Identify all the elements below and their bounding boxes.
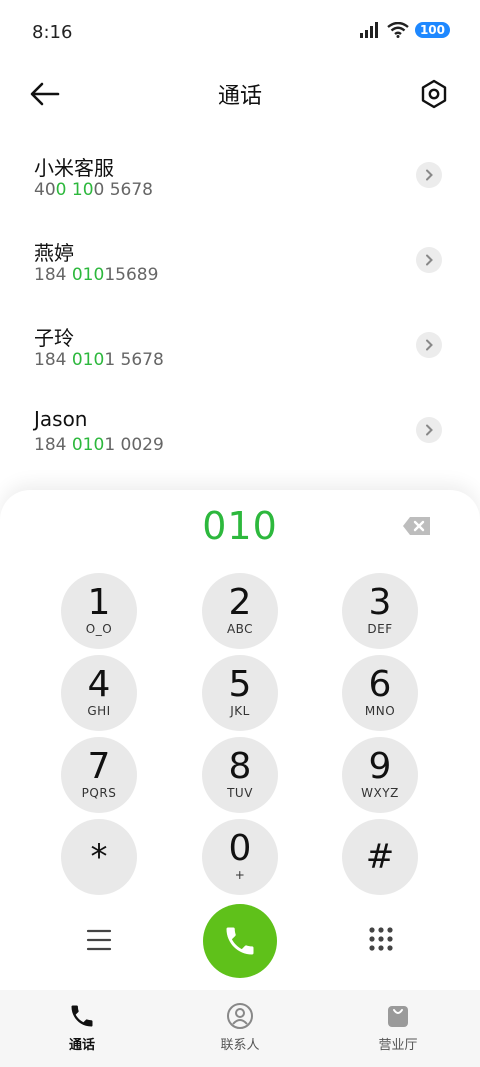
key-letters: WXYZ	[361, 786, 399, 800]
phone-icon	[226, 927, 254, 955]
key-letters: MNO	[364, 704, 396, 718]
key-letters: +	[234, 868, 246, 882]
key-1[interactable]: 1 O_O	[61, 573, 137, 649]
contact-name: Jason	[34, 407, 88, 431]
key-digit: 5	[228, 664, 252, 705]
backspace-icon	[403, 517, 430, 535]
nav-label: 营业厅	[378, 1038, 418, 1053]
contact-detail-button[interactable]	[416, 417, 442, 443]
number-segment: 15689	[104, 265, 159, 285]
key-digit: 0	[228, 828, 252, 869]
wifi-icon	[387, 22, 409, 38]
number-match-highlight: 010	[71, 435, 105, 455]
nav-tab-store[interactable]: 营业厅	[338, 990, 458, 1067]
contact-number: 184 0101 0029	[34, 435, 164, 455]
key-letters: ABC	[226, 622, 254, 636]
battery-indicator: 100	[414, 22, 450, 38]
contact-name: 子玲	[34, 326, 74, 350]
contact-row[interactable]: 小米客服 400 100 5678	[0, 134, 480, 219]
status-bar: 8:16 100	[0, 0, 480, 64]
number-segment: 1 0029	[104, 435, 164, 455]
contact-detail-button[interactable]	[416, 247, 442, 273]
key-digit: 4	[87, 664, 111, 705]
contact-name: 小米客服	[34, 156, 114, 180]
phone-icon	[71, 1005, 93, 1027]
key-6[interactable]: 6 MNO	[342, 655, 418, 731]
key-star[interactable]: *	[61, 819, 137, 895]
contact-detail-button[interactable]	[416, 332, 442, 358]
key-digit: 8	[228, 746, 252, 787]
status-icons: 100	[359, 22, 450, 38]
number-match-highlight: 10	[71, 180, 94, 200]
number-segment: 184	[34, 350, 72, 370]
number-segment: 0 5678	[93, 180, 153, 200]
app-header: 通话	[0, 64, 480, 124]
key-letters: PQRS	[81, 786, 117, 800]
number-segment: 184	[34, 435, 72, 455]
number-match-highlight: 0	[55, 180, 67, 200]
key-digit: 2	[228, 582, 252, 623]
dialpad-icon	[369, 927, 393, 951]
key-9[interactable]: 9 WXYZ	[342, 737, 418, 813]
key-8[interactable]: 8 TUV	[202, 737, 278, 813]
settings-icon	[421, 79, 447, 109]
contact-number: 184 01015689	[34, 265, 158, 285]
call-button[interactable]	[203, 904, 277, 978]
bottom-nav: 通话 联系人 营业厅	[0, 990, 480, 1067]
key-digit: #	[365, 837, 395, 877]
nav-label: 联系人	[220, 1038, 260, 1053]
settings-button[interactable]	[420, 78, 450, 110]
number-segment: 184	[34, 265, 72, 285]
menu-icon	[86, 929, 112, 951]
number-match-highlight: 010	[71, 265, 105, 285]
key-4[interactable]: 4 GHI	[61, 655, 137, 731]
contact-row[interactable]: 子玲 184 0101 5678	[0, 304, 480, 389]
key-letters: GHI	[87, 704, 111, 718]
chevron-right-icon	[426, 169, 433, 181]
key-letters: O_O	[85, 622, 113, 636]
contact-number: 400 100 5678	[34, 180, 153, 200]
number-match-highlight: 010	[71, 350, 105, 370]
number-segment: 1 5678	[104, 350, 164, 370]
nav-tab-calls[interactable]: 通话	[22, 990, 142, 1067]
key-7[interactable]: 7 PQRS	[61, 737, 137, 813]
dialer-panel: 010 1 O_O 2 ABC 3 DEF 4 GHI 5 JKL 6 MNO …	[0, 490, 480, 990]
backspace-button[interactable]	[402, 516, 432, 536]
chevron-right-icon	[426, 339, 433, 351]
key-letters: JKL	[230, 704, 250, 718]
signal-icon	[359, 22, 378, 38]
key-digit: 1	[87, 582, 111, 623]
contact-suggestion-list: 小米客服 400 100 5678 燕婷 184 01015689 子玲 184…	[0, 134, 480, 474]
key-letters: TUV	[227, 786, 253, 800]
key-digit: *	[90, 837, 108, 877]
key-5[interactable]: 5 JKL	[202, 655, 278, 731]
nav-tab-contacts[interactable]: 联系人	[180, 990, 300, 1067]
key-0[interactable]: 0 +	[202, 819, 278, 895]
page-title: 通话	[217, 84, 262, 109]
contact-person-icon	[227, 1003, 253, 1029]
contact-row[interactable]: 燕婷 184 01015689	[0, 219, 480, 304]
status-time: 8:16	[32, 22, 73, 43]
contact-number: 184 0101 5678	[34, 350, 164, 370]
contact-row[interactable]: Jason 184 0101 0029	[0, 389, 480, 474]
keypad-toggle-button[interactable]	[368, 926, 394, 952]
menu-button[interactable]	[86, 928, 112, 952]
nav-label: 通话	[68, 1038, 95, 1053]
key-digit: 3	[368, 582, 392, 623]
number-segment: 40	[34, 180, 56, 200]
key-2[interactable]: 2 ABC	[202, 573, 278, 649]
key-digit: 6	[368, 664, 392, 705]
contact-detail-button[interactable]	[416, 162, 442, 188]
key-digit: 7	[87, 746, 111, 787]
key-3[interactable]: 3 DEF	[342, 573, 418, 649]
chevron-right-icon	[426, 254, 433, 266]
key-hash[interactable]: #	[342, 819, 418, 895]
shopping-bag-icon	[388, 1006, 408, 1027]
contact-name: 燕婷	[34, 241, 74, 265]
key-digit: 9	[368, 746, 392, 787]
key-letters: DEF	[367, 622, 393, 636]
chevron-right-icon	[426, 424, 433, 436]
